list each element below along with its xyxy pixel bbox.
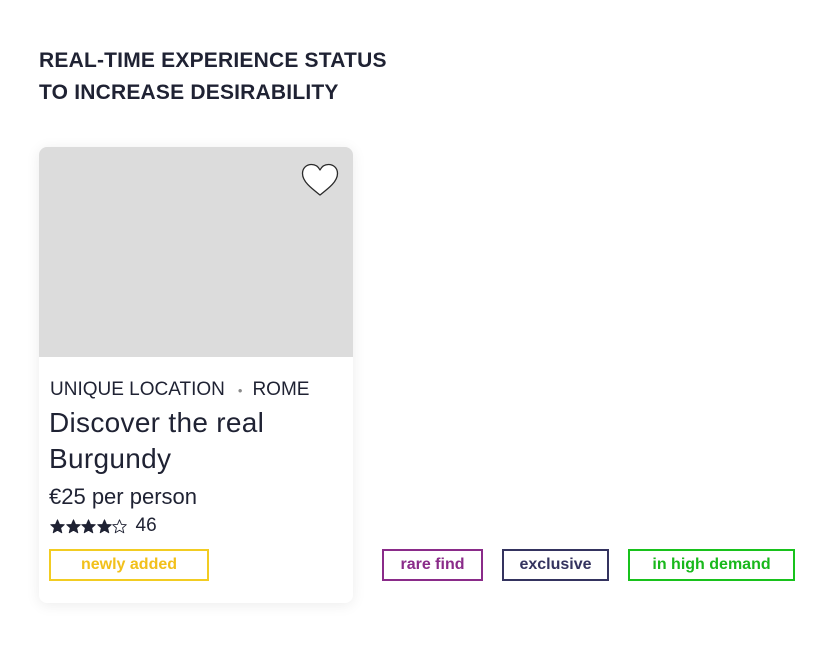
card-title[interactable]: Discover the real Burgundy: [49, 405, 339, 477]
badge-rare-find: rare find: [382, 549, 483, 581]
price-label: €25 per person: [49, 484, 197, 509]
card-meta: UNIQUE LOCATION • ROME: [50, 379, 309, 401]
section-heading: REAL-TIME EXPERIENCE STATUS TO INCREASE …: [39, 45, 387, 109]
heart-outline-icon: [301, 163, 339, 196]
star-rating: [50, 518, 128, 534]
badge-in-high-demand: in high demand: [628, 549, 795, 581]
heading-line-1: REAL-TIME EXPERIENCE STATUS: [39, 49, 387, 72]
city-label: ROME: [252, 379, 310, 400]
meta-separator: •: [237, 382, 243, 398]
experience-card[interactable]: UNIQUE LOCATION • ROME Discover the real…: [39, 147, 353, 603]
rating: 46: [50, 515, 157, 537]
star-filled-icon: [96, 518, 112, 533]
heading-line-2: TO INCREASE DESIRABILITY: [39, 81, 339, 104]
badge-newly-added: newly added: [49, 549, 209, 581]
star-filled-icon: [50, 518, 65, 533]
favorite-button[interactable]: [301, 163, 339, 197]
star-empty-icon: [112, 518, 127, 533]
star-filled-icon: [81, 518, 96, 533]
category-label: UNIQUE LOCATION: [50, 379, 225, 400]
star-filled-icon: [65, 518, 81, 533]
badge-exclusive: exclusive: [502, 549, 609, 581]
review-count: 46: [135, 515, 157, 536]
